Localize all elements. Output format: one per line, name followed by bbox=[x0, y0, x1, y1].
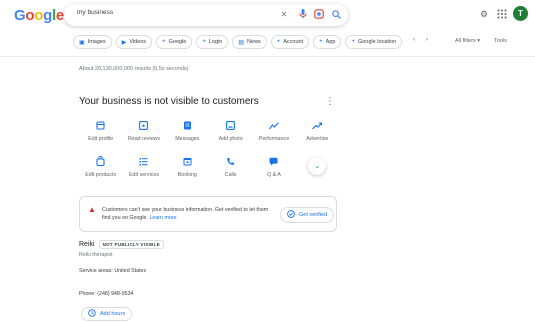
chevron-right-icon[interactable]: › bbox=[426, 37, 428, 43]
business-name: Reiki bbox=[79, 241, 95, 248]
search-input[interactable]: my business bbox=[77, 9, 113, 16]
more-vert-icon[interactable]: ⋮ bbox=[325, 96, 335, 107]
phone-number: Phone: (248) 948-9534 bbox=[79, 291, 134, 297]
all-filters-button[interactable]: All filters ▾ bbox=[455, 38, 480, 44]
svg-text:★: ★ bbox=[142, 123, 147, 129]
search-box[interactable]: my business ✕ bbox=[64, 4, 348, 26]
action-booking[interactable]: Booking bbox=[166, 154, 209, 178]
search-icon[interactable] bbox=[330, 8, 342, 20]
list-icon bbox=[137, 154, 151, 168]
bag-icon bbox=[94, 154, 108, 168]
chip-login[interactable]: + Login bbox=[196, 35, 229, 49]
chevron-down-icon[interactable]: ⌄ bbox=[308, 157, 327, 175]
chevron-left-icon[interactable]: ‹ bbox=[413, 37, 415, 43]
get-verified-button[interactable]: Get verified bbox=[280, 207, 335, 223]
plus-icon: + bbox=[162, 39, 166, 45]
lens-icon[interactable] bbox=[313, 8, 325, 20]
google-logo[interactable]: Google bbox=[14, 7, 64, 24]
avatar[interactable]: T bbox=[513, 6, 528, 21]
video-icon: ▶ bbox=[121, 39, 127, 46]
chip-google[interactable]: + Google bbox=[156, 35, 193, 49]
action-add-photo[interactable]: Add photo bbox=[209, 118, 252, 142]
verification-alert: ▲ Customers can't see your business info… bbox=[79, 196, 337, 232]
header-divider bbox=[0, 56, 535, 57]
results-stats: About 20,130,000,000 results (0.5s secon… bbox=[79, 66, 189, 72]
news-icon: ▤ bbox=[238, 39, 244, 46]
chip-videos[interactable]: ▶ Videos bbox=[115, 35, 153, 49]
store-icon bbox=[94, 118, 108, 132]
trend-up-icon bbox=[310, 118, 324, 132]
phone-icon bbox=[224, 154, 238, 168]
action-edit-services[interactable]: Edit services bbox=[122, 154, 165, 178]
shield-check-icon bbox=[287, 210, 295, 220]
alert-text: Customers can't see your business inform… bbox=[102, 207, 269, 221]
gear-icon[interactable]: ⚙ bbox=[478, 8, 490, 20]
action-messages[interactable]: Messages bbox=[166, 118, 209, 142]
action-read-reviews[interactable]: ★ Read reviews bbox=[122, 118, 165, 142]
chip-app[interactable]: + App bbox=[313, 35, 342, 49]
add-hours-button[interactable]: Add hours bbox=[81, 307, 133, 321]
plus-icon: + bbox=[276, 39, 281, 45]
plus-icon: + bbox=[351, 39, 355, 45]
apps-icon[interactable] bbox=[496, 8, 508, 20]
calendar-icon bbox=[180, 154, 194, 168]
image-icon: ▣ bbox=[79, 39, 85, 46]
action-performance[interactable]: Performance bbox=[252, 118, 295, 142]
action-calls[interactable]: Calls bbox=[209, 154, 252, 178]
photo-icon bbox=[224, 118, 238, 132]
filter-chips: ▣ Images ▶ Videos + Google + Login ▤ News + Ac… bbox=[73, 35, 403, 49]
message-icon bbox=[180, 118, 194, 132]
action-edit-products[interactable]: Edit products bbox=[79, 154, 122, 178]
business-category: Reiki therapist bbox=[79, 252, 113, 258]
chat-icon bbox=[267, 154, 281, 168]
clear-icon[interactable]: ✕ bbox=[278, 8, 290, 20]
action-more[interactable]: ⌄ bbox=[296, 154, 339, 178]
action-edit-profile[interactable]: Edit profile bbox=[79, 118, 122, 142]
business-heading: Your business is not visible to customer… bbox=[79, 96, 259, 107]
star-box-icon: ★ bbox=[137, 118, 151, 132]
trend-icon bbox=[267, 118, 281, 132]
action-advertise[interactable]: Advertise bbox=[296, 118, 339, 142]
chip-images[interactable]: ▣ Images bbox=[73, 35, 112, 49]
action-q-and-a[interactable]: Q & A bbox=[252, 154, 295, 178]
clock-icon bbox=[88, 309, 96, 319]
tools-button[interactable]: Tools bbox=[494, 38, 507, 44]
chip-google-location[interactable]: + Google location bbox=[345, 35, 403, 49]
status-badge: NOT PUBLICLY VISIBLE bbox=[98, 240, 165, 249]
business-name-row: Reiki NOT PUBLICLY VISIBLE bbox=[79, 240, 165, 249]
learn-more-link[interactable]: Learn more bbox=[149, 215, 176, 221]
mic-icon[interactable] bbox=[297, 8, 309, 20]
plus-icon: + bbox=[319, 39, 323, 45]
warning-icon: ▲ bbox=[88, 205, 96, 214]
chip-account[interactable]: + Account bbox=[270, 35, 310, 49]
plus-icon: + bbox=[202, 39, 206, 45]
business-actions: Edit profile ★ Read reviews Messages Add… bbox=[79, 118, 339, 178]
service-areas: Service areas: United States bbox=[79, 268, 147, 274]
chip-news[interactable]: ▤ News bbox=[232, 35, 267, 49]
